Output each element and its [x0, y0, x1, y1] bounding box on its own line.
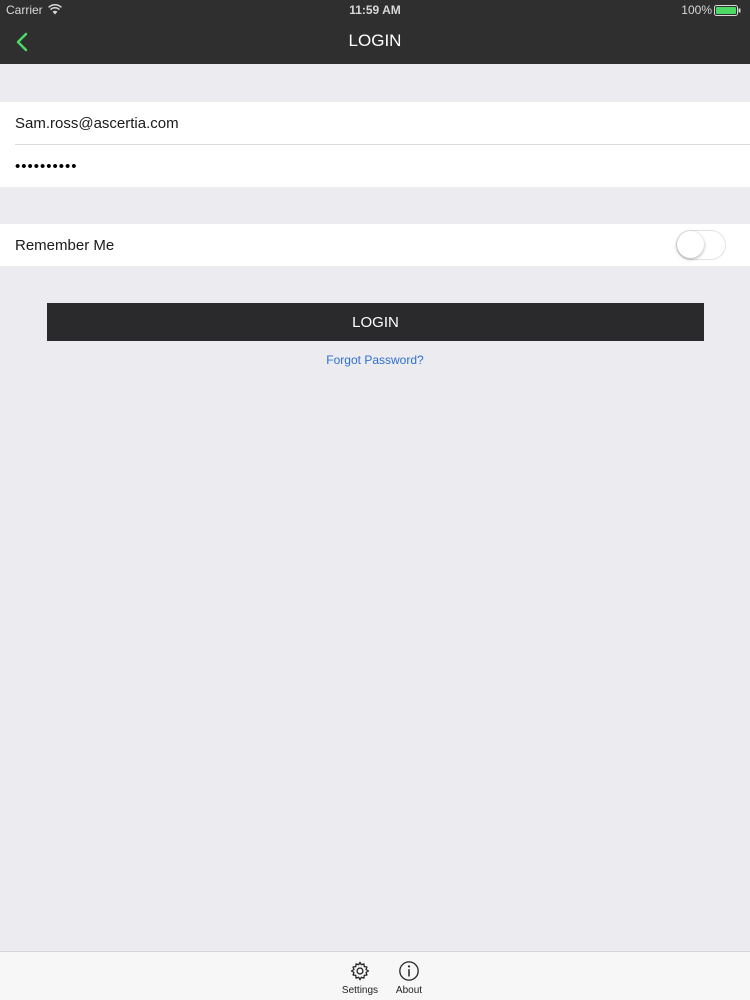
navigation-bar: LOGIN [0, 20, 750, 64]
toggle-knob [677, 231, 704, 258]
tab-bar: Settings About [0, 951, 750, 1000]
status-time: 11:59 AM [349, 3, 401, 17]
credentials-group: •••••••••• [0, 102, 750, 187]
forgot-password-link[interactable]: Forgot Password? [0, 353, 750, 367]
remember-group: Remember Me [0, 224, 750, 266]
gear-icon [350, 961, 370, 981]
battery-icon [714, 5, 741, 16]
email-field[interactable] [15, 114, 715, 132]
password-row[interactable]: •••••••••• [0, 145, 750, 187]
tab-settings[interactable]: Settings [335, 960, 385, 996]
tab-about-label: About [395, 985, 423, 996]
remember-me-toggle[interactable] [676, 230, 726, 260]
password-field[interactable]: •••••••••• [15, 158, 78, 175]
email-row [0, 102, 750, 144]
remember-row: Remember Me [0, 224, 750, 266]
tab-about[interactable]: About [384, 960, 434, 996]
info-icon [399, 961, 419, 981]
page-title: LOGIN [348, 31, 402, 50]
status-bar: Carrier 11:59 AM 100% [0, 0, 750, 20]
battery-percentage: 100% [681, 3, 712, 17]
remember-me-label: Remember Me [15, 236, 115, 254]
tab-settings-label: Settings [341, 985, 379, 996]
login-button[interactable]: LOGIN [47, 303, 704, 341]
top-bar: Carrier 11:59 AM 100% LOGIN [0, 0, 750, 64]
